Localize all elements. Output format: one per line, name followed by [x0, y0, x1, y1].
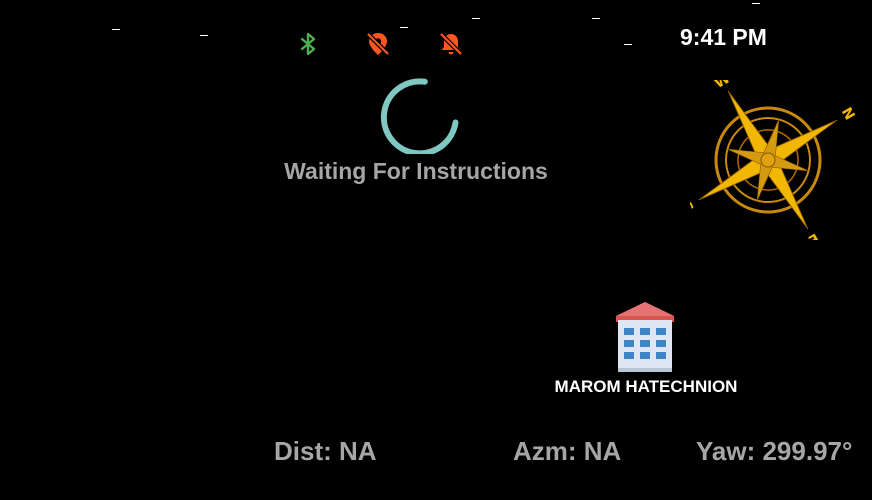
status-dash — [752, 3, 760, 4]
building-icon — [616, 302, 674, 372]
status-dash — [592, 18, 600, 19]
yaw-readout: Yaw: 299.97° — [696, 436, 853, 466]
compass-north-label: N — [838, 105, 858, 123]
compass-south-label: S — [690, 198, 698, 215]
status-message: Waiting For Instructions — [284, 158, 548, 184]
status-dash — [472, 18, 480, 19]
destination-name: MAROM HATECHNION — [554, 377, 738, 396]
status-dash — [624, 44, 632, 45]
clock-time: 9:41 PM — [680, 24, 767, 50]
status-dash — [400, 27, 408, 28]
status-dash — [112, 29, 120, 30]
notifications-off-icon — [439, 32, 463, 56]
status-dash — [200, 35, 208, 36]
distance-readout: Dist: NA — [274, 436, 377, 466]
compass-icon: N E S W — [690, 80, 858, 240]
compass-east-label: E — [805, 229, 821, 240]
loading-spinner-icon — [380, 78, 459, 154]
location-off-icon — [366, 32, 390, 56]
compass-west-label: W — [712, 80, 733, 92]
azimuth-readout: Azm: NA — [513, 436, 622, 466]
bluetooth-icon — [300, 32, 316, 56]
